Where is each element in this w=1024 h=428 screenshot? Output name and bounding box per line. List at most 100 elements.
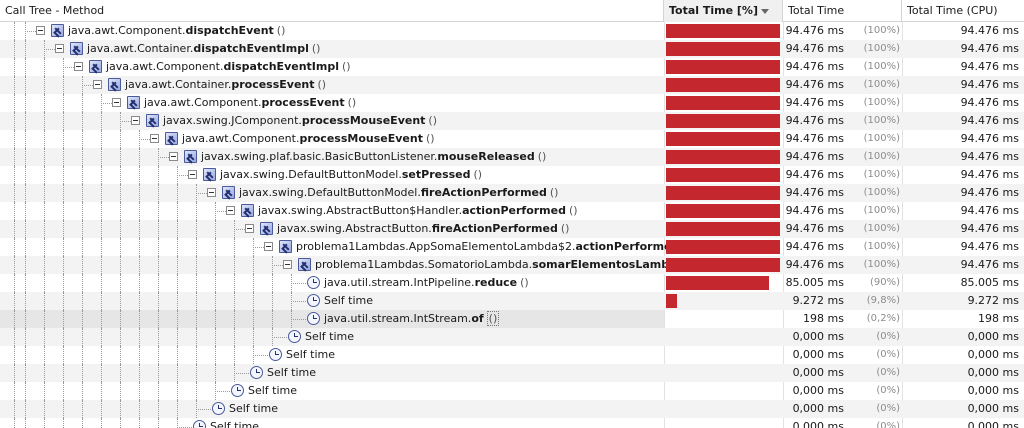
collapse-toggle-icon[interactable] <box>264 242 273 251</box>
collapse-toggle-icon[interactable] <box>74 62 83 71</box>
table-row[interactable]: Self time 9.272 ms (9,8%) 9.272 ms <box>0 292 1024 310</box>
method-label: Self time <box>305 328 354 346</box>
tree-guide-line <box>82 202 83 220</box>
table-row[interactable]: Self time 0,000 ms (0%) 0,000 ms <box>0 400 1024 418</box>
collapse-toggle-icon[interactable] <box>226 206 235 215</box>
table-row[interactable]: java.awt.Container.dispatchEventImpl() 94… <box>0 40 1024 58</box>
table-row[interactable]: javax.swing.AbstractButton.fireActionPer… <box>0 220 1024 238</box>
method-class-prefix: javax.swing.JComponent. <box>163 114 302 127</box>
table-row[interactable]: java.awt.Component.dispatchEventImpl() 94… <box>0 58 1024 76</box>
total-time-value: 94.476 ms <box>785 132 844 145</box>
table-row[interactable]: Self time 0,000 ms (0%) 0,000 ms <box>0 364 1024 382</box>
total-time-cpu-cell: 0,000 ms <box>902 418 1024 428</box>
total-time-value: 0,000 ms <box>792 348 844 361</box>
table-row[interactable]: Self time 0,000 ms (0%) 0,000 ms <box>0 328 1024 346</box>
tree-guide-line <box>101 238 102 256</box>
tree-guide-line <box>14 94 15 112</box>
tree-guide-line <box>196 292 197 310</box>
tree-guide-line <box>177 184 178 202</box>
method-name: actionPerformed <box>462 204 566 217</box>
column-header-total-time-pct[interactable]: Total Time [%] <box>664 0 783 22</box>
total-time-pct-cell <box>664 94 783 112</box>
table-row[interactable]: Self time 0,000 ms (0%) 0,000 ms <box>0 418 1024 428</box>
method-label: java.awt.Component.processMouseEvent() <box>182 130 435 148</box>
tree-guide-line <box>158 292 159 310</box>
collapse-toggle-icon[interactable] <box>207 188 216 197</box>
total-time-percent: (100%) <box>863 97 900 108</box>
total-time-percent: (100%) <box>863 133 900 144</box>
table-row[interactable]: javax.swing.JComponent.processMouseEvent… <box>0 112 1024 130</box>
table-row[interactable]: java.awt.Component.dispatchEvent() 94.476… <box>0 22 1024 40</box>
table-row[interactable]: java.awt.Container.processEvent() 94.476 … <box>0 76 1024 94</box>
tree-guide-line <box>177 202 178 220</box>
tree-guide-line <box>44 382 45 400</box>
tree-guide-line <box>215 364 216 382</box>
tree-guide-line <box>120 130 121 148</box>
table-row[interactable]: java.awt.Component.processMouseEvent() 94… <box>0 130 1024 148</box>
collapse-toggle-icon[interactable] <box>93 80 102 89</box>
table-row[interactable]: javax.swing.DefaultButtonModel.setPresse… <box>0 166 1024 184</box>
method-params: () <box>537 150 547 163</box>
table-row[interactable]: java.awt.Component.processEvent() 94.476 … <box>0 94 1024 112</box>
column-header-total-time[interactable]: Total Time <box>783 0 902 22</box>
tree-guide-line <box>25 382 26 400</box>
tree-guide-line <box>253 310 254 328</box>
total-time-value: 0,000 ms <box>792 420 844 428</box>
collapse-toggle-icon[interactable] <box>188 170 197 179</box>
tree-guide-line <box>196 364 197 382</box>
tree-connector <box>234 373 249 374</box>
collapse-toggle-icon[interactable] <box>245 224 254 233</box>
tree-guide-line <box>25 292 26 310</box>
tree-guide-line <box>14 238 15 256</box>
total-time-cpu-cell: 94.476 ms <box>902 238 1024 256</box>
total-time-value: 94.476 ms <box>785 60 844 73</box>
tree-guide-line <box>139 292 140 310</box>
tree-guide-line <box>177 310 178 328</box>
total-time-cpu-cell: 85.005 ms <box>902 274 1024 292</box>
tree-guide-line <box>63 202 64 220</box>
tree-guide-line <box>25 400 26 418</box>
table-row[interactable]: java.util.stream.IntPipeline.reduce() 85.… <box>0 274 1024 292</box>
total-time-cpu-value: 94.476 ms <box>960 78 1019 91</box>
total-time-value: 0,000 ms <box>792 384 844 397</box>
table-row[interactable]: Self time 0,000 ms (0%) 0,000 ms <box>0 346 1024 364</box>
collapse-toggle-icon[interactable] <box>131 116 140 125</box>
tree-guide-line <box>272 292 273 310</box>
tree-guide-line <box>14 328 15 346</box>
total-time-percent: (100%) <box>863 205 900 216</box>
table-row[interactable]: javax.swing.plaf.basic.BasicButtonListen… <box>0 148 1024 166</box>
total-time-cpu-value: 94.476 ms <box>960 60 1019 73</box>
table-row[interactable]: java.util.stream.IntStream.of() 198 ms (0,… <box>0 310 1024 328</box>
table-row[interactable]: problema1Lambdas.AppSomaElementoLambda$2… <box>0 238 1024 256</box>
table-row[interactable]: problema1Lambdas.SomatorioLambda.somarEl… <box>0 256 1024 274</box>
tree-guide-line <box>14 202 15 220</box>
total-time-bar <box>666 78 780 92</box>
method-label: java.util.stream.IntPipeline.reduce() <box>324 274 529 292</box>
total-time-cpu-value: 94.476 ms <box>960 240 1019 253</box>
tree-guide-line <box>215 292 216 310</box>
tree-guide-line <box>63 274 64 292</box>
tree-guide-line <box>14 346 15 364</box>
tree-guide-line <box>120 400 121 418</box>
method-label: java.awt.Component.dispatchEventImpl() <box>106 58 351 76</box>
total-time-pct-cell <box>664 418 783 428</box>
method-label: javax.swing.JComponent.processMouseEvent… <box>163 112 437 130</box>
column-header-method[interactable]: Call Tree - Method <box>0 0 664 22</box>
collapse-toggle-icon[interactable] <box>169 152 178 161</box>
table-row[interactable]: javax.swing.AbstractButton$Handler.actio… <box>0 202 1024 220</box>
tree-guide-line <box>120 346 121 364</box>
table-row[interactable]: javax.swing.DefaultButtonModel.fireActio… <box>0 184 1024 202</box>
table-row[interactable]: Self time 0,000 ms (0%) 0,000 ms <box>0 382 1024 400</box>
collapse-toggle-icon[interactable] <box>112 98 121 107</box>
tree-guide-line <box>120 184 121 202</box>
collapse-toggle-icon[interactable] <box>36 26 45 35</box>
collapse-toggle-icon[interactable] <box>150 134 159 143</box>
collapse-toggle-icon[interactable] <box>283 260 292 269</box>
total-time-value: 94.476 ms <box>785 204 844 217</box>
column-header-total-time-cpu[interactable]: Total Time (CPU) <box>902 0 1024 22</box>
tree-guide-line <box>196 256 197 274</box>
method-call-icon <box>241 204 254 217</box>
tree-guide-line <box>120 292 121 310</box>
tree-guide-line <box>44 364 45 382</box>
collapse-toggle-icon[interactable] <box>55 44 64 53</box>
